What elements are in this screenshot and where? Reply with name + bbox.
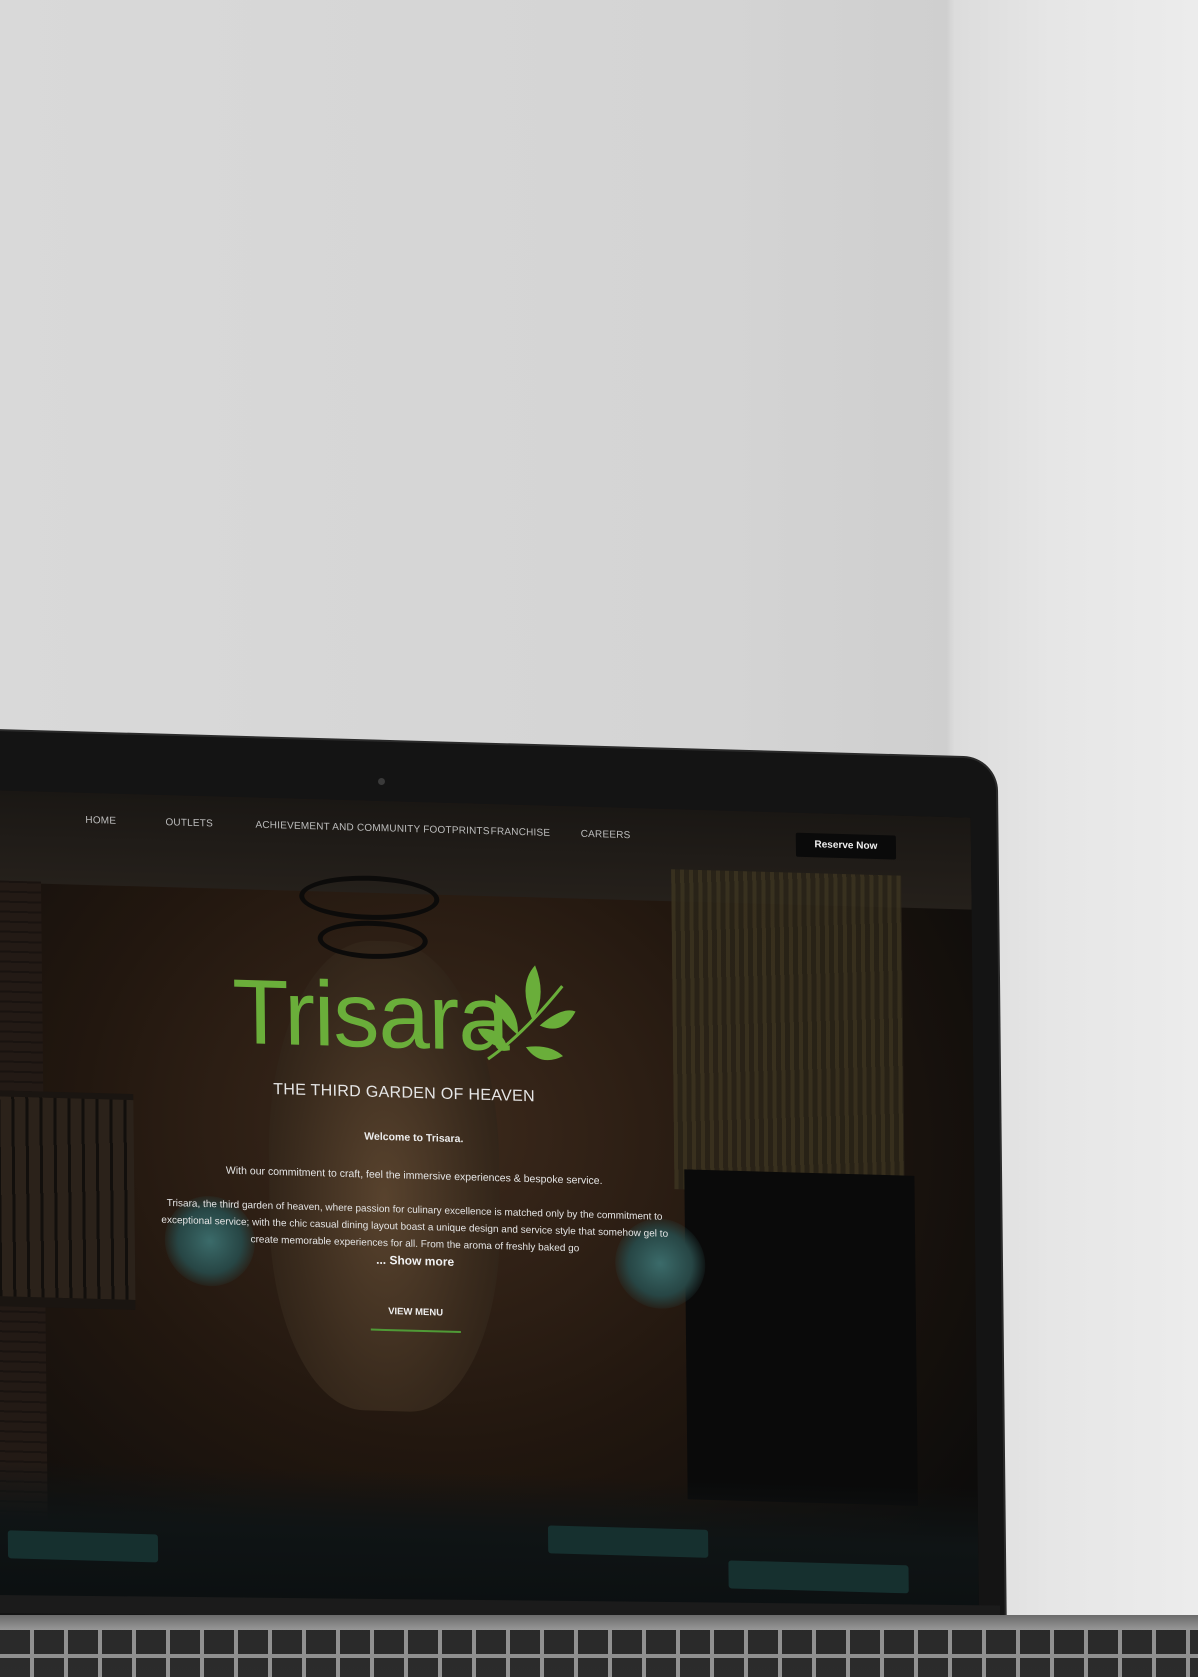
logo-wordmark: Trisara: [231, 960, 509, 1071]
doorway-backdrop: [684, 1169, 918, 1506]
trisara-logo[interactable]: Trisara: [231, 960, 576, 1081]
bench-seat: [7, 1530, 159, 1563]
nav-franchise[interactable]: FRANCHISE: [491, 826, 551, 839]
leaf-branch-icon: [477, 965, 576, 1061]
bench-seat: [547, 1525, 709, 1558]
keyboard-row-divider: [0, 1654, 1198, 1658]
nav-outlets[interactable]: OUTLETS: [165, 817, 213, 829]
bench-seat: [728, 1560, 909, 1594]
view-menu-button[interactable]: VIEW MENU: [370, 1305, 461, 1334]
reserve-now-button[interactable]: Reserve Now: [795, 832, 897, 860]
webcam-icon: [378, 778, 385, 785]
laptop-screen: HOME OUTLETS ACHIEVEMENT AND COMMUNITY F…: [0, 790, 980, 1638]
nav-home[interactable]: HOME: [85, 815, 116, 827]
nav-achievement-community[interactable]: ACHIEVEMENT AND COMMUNITY FOOTPRINTS: [255, 820, 489, 838]
laptop-mockup-scene: HOME OUTLETS ACHIEVEMENT AND COMMUNITY F…: [0, 0, 1198, 1677]
nav-careers[interactable]: CAREERS: [581, 829, 631, 841]
